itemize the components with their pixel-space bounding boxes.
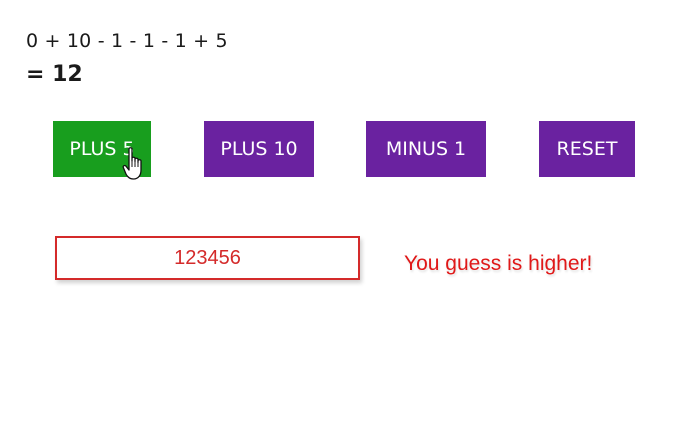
plus-10-button[interactable]: PLUS 10 [204,121,314,177]
hint-message: You guess is higher! [404,252,593,275]
reset-button[interactable]: RESET [539,121,635,177]
guess-input[interactable] [55,236,360,280]
plus-5-button[interactable]: PLUS 5 [53,121,151,177]
result-text: = 12 [26,62,83,87]
expression-text: 0 + 10 - 1 - 1 - 1 + 5 [26,30,228,52]
minus-1-button[interactable]: MINUS 1 [366,121,486,177]
